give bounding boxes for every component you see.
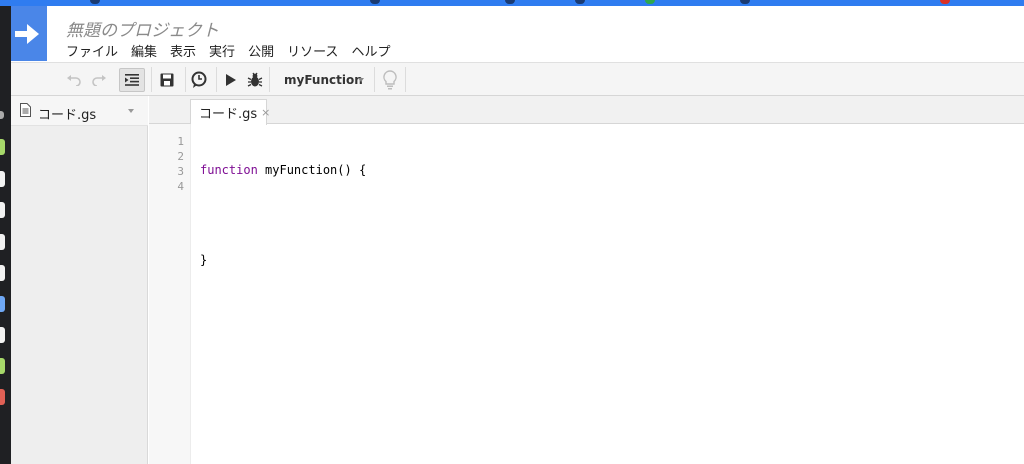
line-number: 1 bbox=[177, 135, 184, 148]
dock-app-icon[interactable] bbox=[0, 139, 5, 155]
dock-app-icon[interactable] bbox=[0, 265, 5, 281]
close-icon[interactable]: × bbox=[261, 106, 270, 119]
redo-button[interactable] bbox=[89, 63, 109, 96]
chevron-down-icon[interactable] bbox=[128, 109, 134, 113]
line-number: 2 bbox=[177, 150, 184, 163]
strip-tab-marker bbox=[645, 0, 655, 4]
editor-left-margin bbox=[149, 124, 157, 464]
tab-label: コード.gs bbox=[199, 107, 258, 122]
toolbar-divider bbox=[185, 67, 186, 92]
toolbar-divider bbox=[405, 67, 406, 92]
menu-edit[interactable]: 編集 bbox=[131, 41, 157, 60]
toolbar-divider bbox=[151, 67, 152, 92]
menu-publish[interactable]: 公開 bbox=[248, 41, 274, 60]
menu-file[interactable]: ファイル bbox=[66, 41, 118, 60]
line-number: 3 bbox=[177, 165, 184, 178]
app-header: 無題のプロジェクト ファイル 編集 表示 実行 公開 リソース ヘルプ bbox=[11, 6, 1024, 62]
undo-icon bbox=[67, 74, 81, 86]
function-select-value: myFunction bbox=[284, 72, 363, 87]
code-text[interactable]: function myFunction() { } bbox=[200, 133, 366, 343]
strip-tab-marker bbox=[370, 0, 380, 4]
save-button[interactable] bbox=[156, 63, 178, 96]
chevron-down-icon bbox=[358, 78, 364, 82]
undo-button[interactable] bbox=[64, 63, 84, 96]
dock-app-icon[interactable] bbox=[0, 389, 5, 405]
dock-app-icon[interactable] bbox=[0, 202, 5, 218]
code-line: function myFunction() { bbox=[200, 163, 366, 178]
lightbulb-button[interactable] bbox=[379, 63, 401, 96]
toolbar-divider bbox=[216, 67, 217, 92]
dock-app-icon[interactable] bbox=[0, 234, 5, 250]
function-select-dropdown[interactable]: myFunction bbox=[273, 63, 373, 96]
triggers-clock-icon bbox=[191, 71, 207, 88]
code-text-segment: myFunction() { bbox=[257, 163, 367, 177]
menu-run[interactable]: 実行 bbox=[209, 41, 235, 60]
dock-app-icon[interactable] bbox=[0, 171, 5, 187]
code-text-segment: } bbox=[200, 253, 208, 267]
apps-script-logo[interactable] bbox=[11, 6, 47, 61]
dock-app-icon[interactable] bbox=[0, 296, 5, 312]
menu-resources[interactable]: リソース bbox=[287, 41, 338, 60]
lightbulb-icon bbox=[383, 69, 397, 89]
redo-icon bbox=[92, 74, 106, 86]
indent-icon bbox=[125, 74, 139, 86]
run-icon bbox=[226, 73, 236, 86]
arrow-right-icon bbox=[15, 24, 39, 44]
menu-help[interactable]: ヘルプ bbox=[351, 41, 390, 60]
debug-button[interactable] bbox=[245, 63, 265, 96]
menu-view[interactable]: 表示 bbox=[170, 41, 196, 60]
document-icon bbox=[20, 103, 31, 117]
toolbar-divider bbox=[374, 67, 375, 92]
strip-tab-marker bbox=[940, 0, 950, 4]
toolbar: myFunction bbox=[11, 62, 1024, 96]
dock-app-icon[interactable] bbox=[0, 111, 4, 119]
code-editor-area: コード.gs × 1 2 3 4 function myFunction() {… bbox=[149, 96, 1024, 464]
editor-tab-code-gs[interactable]: コード.gs × bbox=[190, 99, 270, 125]
file-list-item[interactable]: コード.gs bbox=[11, 96, 148, 126]
strip-tab-marker bbox=[90, 0, 100, 4]
debug-bug-icon bbox=[247, 72, 263, 87]
line-numbers: 1 2 3 4 bbox=[157, 134, 184, 194]
dock-app-icon[interactable] bbox=[0, 358, 5, 374]
run-button[interactable] bbox=[222, 63, 240, 96]
code-keyword: function bbox=[200, 163, 258, 177]
os-dock-strip bbox=[0, 6, 11, 464]
strip-tab-marker bbox=[505, 0, 515, 4]
file-name: コード.gs bbox=[38, 108, 97, 123]
file-sidebar: コード.gs bbox=[11, 96, 148, 464]
line-number: 4 bbox=[177, 180, 184, 193]
dock-app-icon[interactable] bbox=[0, 327, 5, 343]
strip-tab-marker bbox=[575, 0, 585, 4]
toolbar-divider bbox=[269, 67, 270, 92]
project-title[interactable]: 無題のプロジェクト bbox=[66, 16, 219, 41]
indent-toggle-button[interactable] bbox=[119, 68, 145, 92]
code-line: } bbox=[200, 253, 366, 268]
save-icon bbox=[160, 73, 174, 86]
strip-tab-marker bbox=[740, 0, 750, 4]
editor-tab-bar: コード.gs × bbox=[149, 96, 1024, 125]
menu-bar: ファイル 編集 表示 実行 公開 リソース ヘルプ bbox=[66, 41, 403, 60]
triggers-button[interactable] bbox=[188, 63, 210, 96]
